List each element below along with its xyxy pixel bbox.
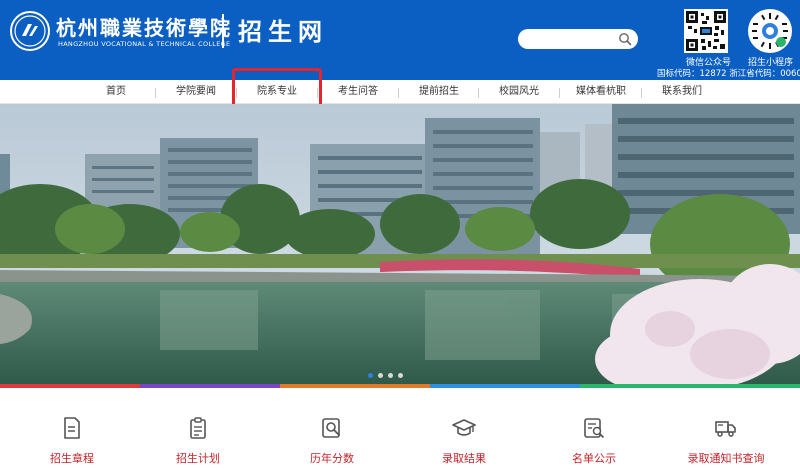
quick-link-past-scores[interactable]: 历年分数 [272, 388, 392, 470]
quick-link-admission-charter[interactable]: 招生章程 [12, 388, 132, 470]
clipboard-icon [190, 417, 206, 439]
miniprogram-qr-code [748, 9, 792, 53]
header-divider [222, 14, 224, 48]
nav-item-news[interactable]: 学院要闻 [156, 80, 236, 104]
quick-link-admission-results[interactable]: 录取结果 [404, 388, 524, 470]
document-icon [64, 417, 80, 439]
college-name-cn: 杭州職業技術學院 [56, 16, 232, 40]
header: 杭州職業技術學院 HANGZHOU VOCATIONAL & TECHNICAL… [0, 0, 800, 80]
nav-item-early-admission[interactable]: 提前招生 [399, 80, 479, 104]
list-search-icon [584, 418, 604, 438]
quick-link-label: 录取结果 [442, 452, 486, 465]
carousel-dots [368, 373, 403, 378]
carousel-dot[interactable] [398, 373, 403, 378]
quick-link-label: 招生章程 [50, 452, 94, 465]
search-icon[interactable] [618, 32, 632, 46]
carousel-dot[interactable] [388, 373, 393, 378]
carousel-dot[interactable] [378, 373, 383, 378]
campus-photo [0, 104, 800, 384]
graduation-cap-icon [452, 419, 476, 436]
nav-item-home[interactable]: 首页 [76, 80, 156, 104]
magnifier-doc-icon [322, 418, 340, 438]
quick-link-label: 录取通知书查询 [687, 452, 765, 465]
nav-item-contact[interactable]: 联系我们 [642, 80, 722, 104]
college-logo[interactable] [10, 11, 50, 51]
college-name-en: HANGZHOU VOCATIONAL & TECHNICAL COLLEGE [58, 40, 231, 48]
carousel-dot[interactable] [368, 373, 373, 378]
nav-item-campus[interactable]: 校园风光 [479, 80, 559, 104]
quick-link-name-list[interactable]: 名单公示 [534, 388, 654, 470]
college-emblem-icon [14, 15, 46, 47]
search-input[interactable] [526, 31, 616, 47]
nav-item-faq[interactable]: 考生问答 [318, 80, 398, 104]
truck-icon [715, 421, 736, 437]
institution-codes: 国标代码：12872 浙江省代码：0060 [657, 69, 800, 79]
quick-link-label: 名单公示 [572, 452, 616, 465]
hero-banner[interactable] [0, 104, 800, 384]
quick-links: 招生章程 招生计划 历年分数 录取结果 名单公示 录取通知书查询 [0, 388, 800, 470]
quick-link-admission-plan[interactable]: 招生计划 [138, 388, 258, 470]
main-nav: 首页 学院要闻 院系专业 考生问答 提前招生 校园风光 媒体看杭职 联系我们 [0, 80, 800, 104]
nav-separator [559, 88, 560, 98]
quick-link-label: 历年分数 [310, 452, 354, 465]
wechat-qr-code [684, 9, 728, 53]
quick-link-notice-query[interactable]: 录取通知书查询 [666, 388, 786, 470]
search-box [518, 29, 638, 49]
site-title: 招生网 [238, 17, 328, 46]
mini-program-code-icon [751, 12, 789, 50]
quick-link-label: 招生计划 [176, 452, 220, 465]
nav-item-media[interactable]: 媒体看杭职 [561, 80, 641, 104]
qr-code-icon [686, 11, 726, 51]
